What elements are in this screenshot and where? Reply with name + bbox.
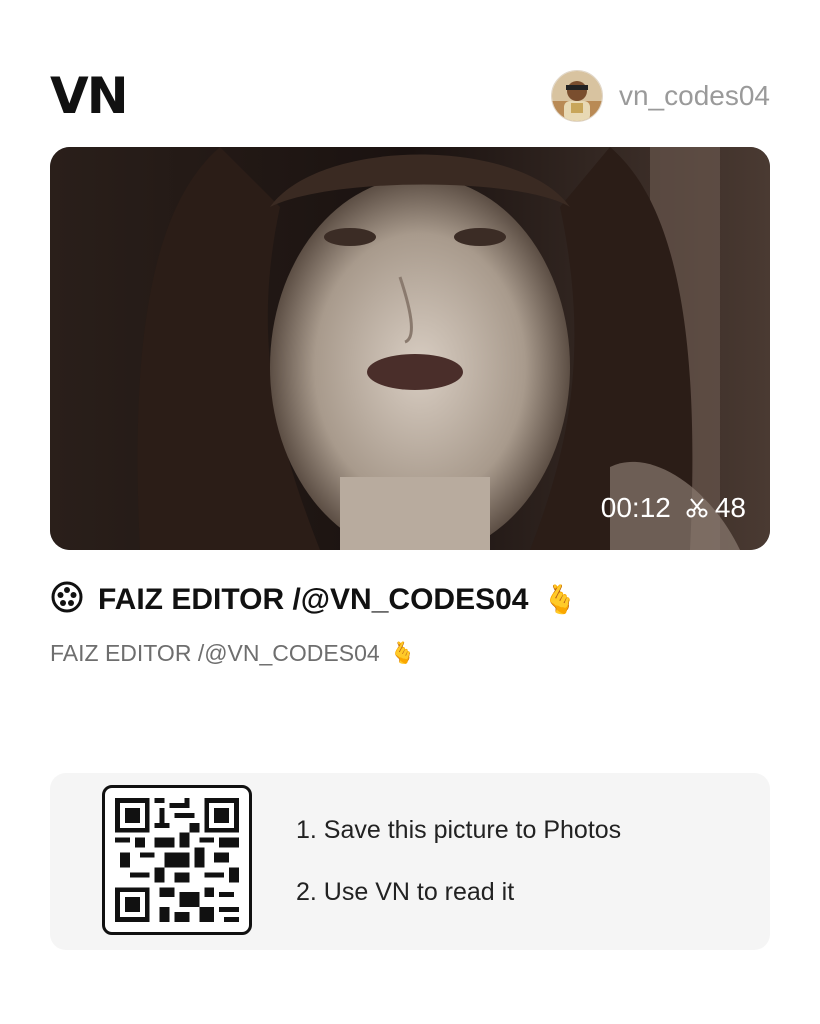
video-preview[interactable]: 00:12 48	[50, 147, 770, 550]
hand-heart-emoji: 🫰	[389, 641, 416, 665]
vn-logo: VN	[50, 67, 129, 125]
username[interactable]: vn_codes04	[619, 80, 770, 112]
user-profile[interactable]: vn_codes04	[550, 70, 770, 122]
avatar[interactable]	[550, 70, 603, 122]
duration-label: 00:12	[600, 492, 671, 523]
project-subtitle: FAIZ EDITOR /@VN_CODES04	[50, 640, 380, 666]
qr-code	[102, 785, 252, 935]
project-title: FAIZ EDITOR /@VN_CODES04	[98, 582, 529, 616]
project-subtitle-row: FAIZ EDITOR /@VN_CODES04 🫰	[50, 640, 416, 667]
hand-heart-emoji: 🫰	[542, 584, 578, 615]
scissors-icon	[685, 496, 709, 520]
project-title-row: FAIZ EDITOR /@VN_CODES04 🫰	[50, 580, 577, 619]
qr-card: 1. Save this picture to Photos 2. Use VN…	[50, 773, 770, 950]
instruction-step: 2. Use VN to read it	[296, 878, 515, 906]
clip-count-value: 48	[714, 492, 746, 523]
instruction-step: 1. Save this picture to Photos	[296, 816, 622, 844]
preview-meta: 00:12 48	[601, 492, 746, 524]
clip-count: 48	[685, 492, 746, 524]
avatar-image	[551, 71, 602, 121]
film-reel-icon	[50, 580, 84, 619]
qr-instructions: 1. Save this picture to Photos 2. Use VN…	[296, 815, 621, 907]
preview-image	[50, 147, 770, 550]
